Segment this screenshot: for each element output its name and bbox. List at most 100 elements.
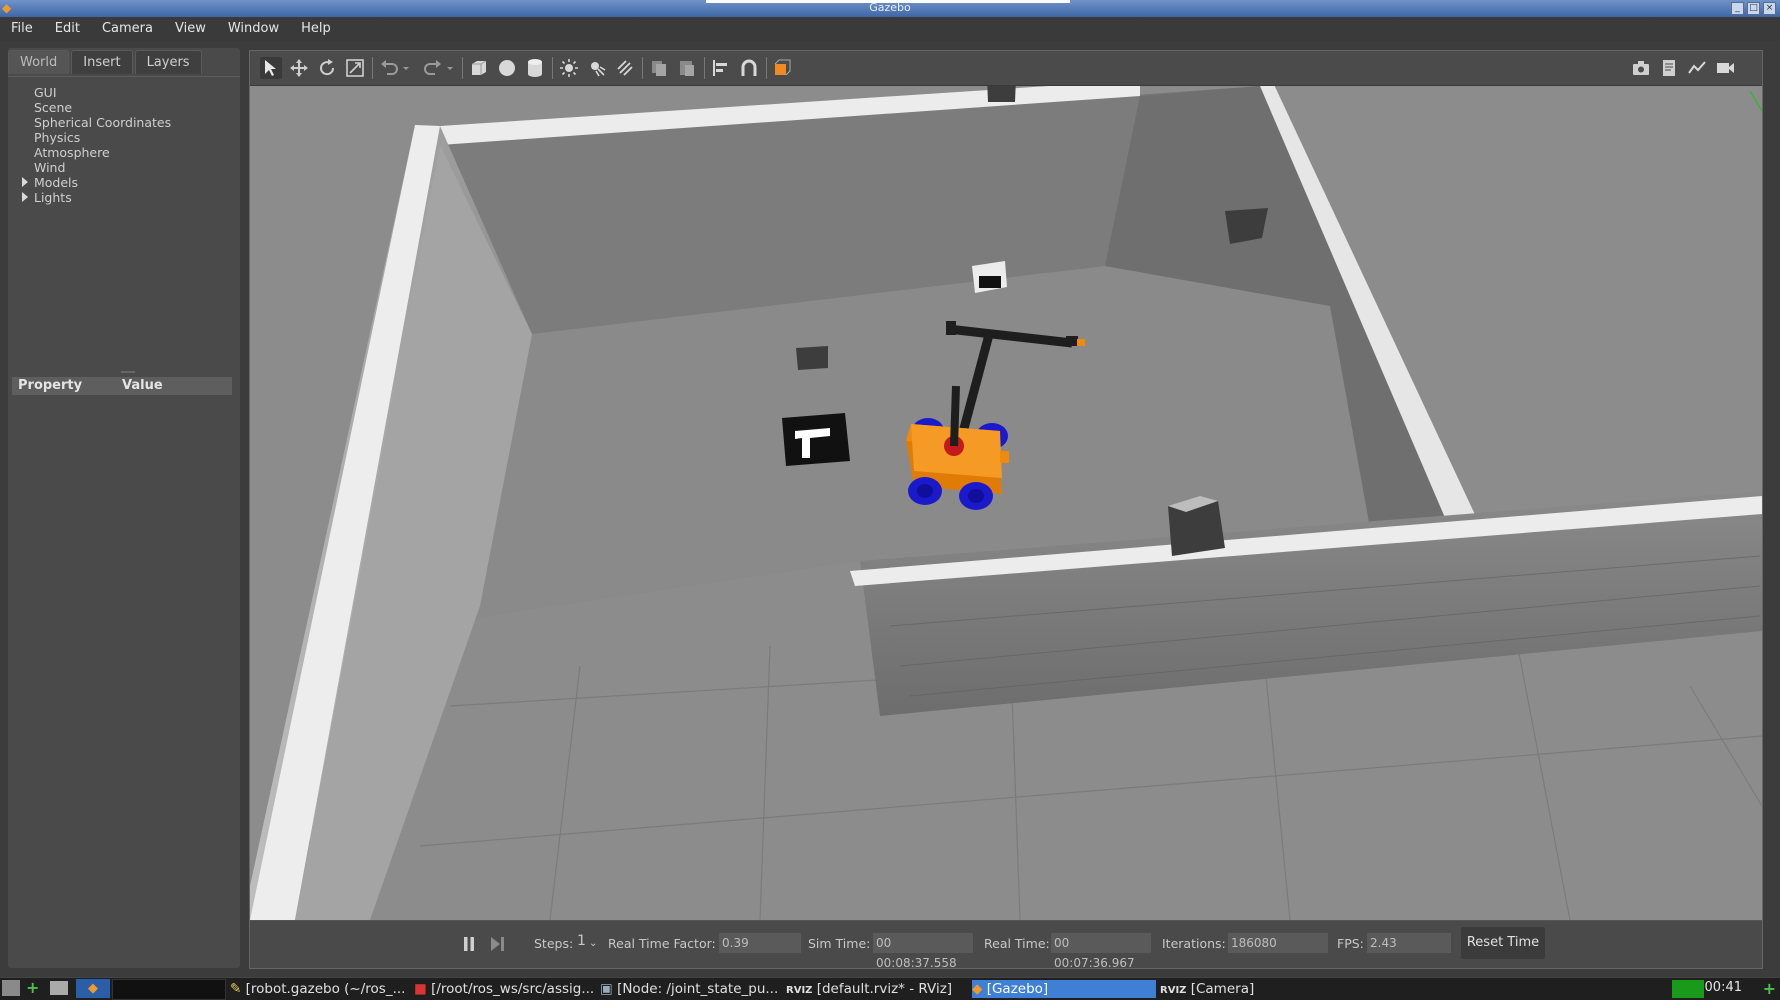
tab-world[interactable]: World bbox=[8, 50, 70, 74]
title-bar: ◆ Gazebo _ □ × bbox=[0, 0, 1780, 17]
window-icon: ▣ bbox=[600, 981, 613, 997]
task-node[interactable]: ▣ [Node: /joint_state_pu... bbox=[600, 980, 778, 998]
tree-item-models[interactable]: Models bbox=[22, 175, 79, 190]
robot-front-sensor bbox=[1000, 451, 1009, 463]
steps-spinner[interactable]: 1 bbox=[577, 933, 586, 949]
task-terminal[interactable]: ■ [/root/ros_ws/src/assig... bbox=[414, 980, 594, 998]
clock: 00:41 bbox=[1704, 980, 1742, 995]
view-angle-icon[interactable] bbox=[772, 57, 794, 79]
sphere-icon[interactable] bbox=[496, 57, 518, 79]
toolbar-separator bbox=[372, 57, 373, 79]
menu-bar: File Edit Camera View Window Help bbox=[0, 17, 1780, 41]
expand-arrow-icon[interactable] bbox=[22, 177, 28, 187]
undo-dropdown-icon[interactable] bbox=[400, 57, 412, 79]
tree-item-spherical-coordinates[interactable]: Spherical Coordinates bbox=[34, 115, 171, 130]
directional-light-icon[interactable] bbox=[614, 57, 636, 79]
undo-icon[interactable] bbox=[378, 57, 400, 79]
real-time-value: 00 00:07:36.967 bbox=[1051, 933, 1151, 970]
spot-light-icon[interactable] bbox=[586, 57, 608, 79]
world-tree: GUI Scene Spherical Coordinates Physics … bbox=[8, 76, 240, 367]
left-panel: World Insert Layers GUI Scene Spherical … bbox=[8, 48, 240, 968]
maximize-button[interactable]: □ bbox=[1747, 2, 1760, 15]
screenshot-icon[interactable] bbox=[1630, 57, 1652, 79]
corner-post bbox=[1168, 501, 1225, 556]
fps-label: FPS: bbox=[1337, 936, 1364, 951]
tray-add-icon[interactable]: + bbox=[1763, 979, 1776, 998]
scene-render[interactable] bbox=[250, 86, 1762, 920]
toolbar-separator bbox=[462, 57, 463, 79]
reset-time-button[interactable]: Reset Time bbox=[1461, 927, 1545, 959]
snap-icon[interactable] bbox=[738, 57, 760, 79]
menu-view[interactable]: View bbox=[164, 17, 217, 41]
expand-arrow-icon[interactable] bbox=[22, 192, 28, 202]
tree-item-gui[interactable]: GUI bbox=[34, 85, 57, 100]
workspace-switcher[interactable] bbox=[112, 979, 226, 1000]
menu-file[interactable]: File bbox=[0, 17, 44, 41]
log-icon[interactable] bbox=[1658, 57, 1680, 79]
tree-item-scene[interactable]: Scene bbox=[34, 100, 72, 115]
video-record-icon[interactable] bbox=[1714, 57, 1736, 79]
point-light-icon[interactable] bbox=[558, 57, 580, 79]
paste-icon[interactable] bbox=[676, 57, 698, 79]
3d-scene[interactable] bbox=[250, 86, 1762, 920]
select-icon[interactable] bbox=[260, 57, 282, 79]
menu-help[interactable]: Help bbox=[290, 17, 342, 41]
robot-arm-mast bbox=[950, 385, 960, 447]
tree-item-wind[interactable]: Wind bbox=[34, 160, 65, 175]
align-icon[interactable] bbox=[710, 57, 732, 79]
menu-window[interactable]: Window bbox=[217, 17, 290, 41]
tree-item-label: Lights bbox=[34, 190, 72, 205]
render-viewport: Steps: 1 ⌄ Real Time Factor: 0.39 Sim Ti… bbox=[249, 50, 1763, 970]
property-table-header: Property Value bbox=[12, 377, 232, 395]
translate-icon[interactable] bbox=[288, 57, 310, 79]
tree-item-lights[interactable]: Lights bbox=[22, 190, 72, 205]
add-icon[interactable]: + bbox=[26, 980, 42, 996]
task-label: [Node: /joint_state_pu... bbox=[617, 981, 779, 997]
iterations-label: Iterations: bbox=[1162, 936, 1226, 951]
tree-item-atmosphere[interactable]: Atmosphere bbox=[34, 145, 110, 160]
close-button[interactable]: × bbox=[1763, 2, 1776, 15]
cylinder-icon[interactable] bbox=[524, 57, 546, 79]
tab-insert[interactable]: Insert bbox=[71, 50, 133, 74]
toolbar-separator bbox=[704, 57, 705, 79]
robot-end-effector bbox=[1077, 339, 1085, 346]
robot-arm-joint bbox=[946, 321, 956, 335]
task-camera[interactable]: RVIZ [Camera] bbox=[1160, 980, 1254, 998]
redo-icon[interactable] bbox=[422, 57, 444, 79]
rviz-icon: RVIZ bbox=[1160, 985, 1187, 996]
tree-item-physics[interactable]: Physics bbox=[34, 130, 80, 145]
panel-splitter-handle[interactable] bbox=[121, 371, 135, 373]
real-time-label: Real Time: bbox=[984, 936, 1050, 951]
menu-edit[interactable]: Edit bbox=[44, 17, 91, 41]
minimize-button[interactable]: _ bbox=[1731, 2, 1744, 15]
task-label: [default.rviz* - RViz] bbox=[816, 981, 953, 997]
gazebo-launcher-icon[interactable]: ◆ bbox=[76, 979, 110, 998]
window-list-icon[interactable] bbox=[50, 981, 68, 995]
gazebo-icon: ◆ bbox=[972, 981, 983, 997]
value-column-header: Value bbox=[122, 378, 163, 393]
plot-icon[interactable] bbox=[1686, 57, 1708, 79]
box-icon[interactable] bbox=[468, 57, 490, 79]
rotate-icon[interactable] bbox=[316, 57, 338, 79]
window-controls: _ □ × bbox=[1731, 2, 1776, 15]
task-robot-gazebo[interactable]: ✎ [robot.gazebo (~/ros_... bbox=[230, 980, 405, 998]
scale-icon[interactable] bbox=[344, 57, 366, 79]
pause-icon[interactable] bbox=[458, 933, 480, 955]
step-forward-icon[interactable] bbox=[486, 933, 508, 955]
robot-wheel-hub bbox=[968, 489, 984, 503]
toolbar-separator bbox=[642, 57, 643, 79]
aruco-marker-pattern bbox=[979, 276, 1001, 288]
task-label: [robot.gazebo (~/ros_... bbox=[245, 981, 406, 997]
task-rviz[interactable]: RVIZ [default.rviz* - RViz] bbox=[786, 980, 952, 998]
tab-layers[interactable]: Layers bbox=[134, 50, 202, 74]
show-desktop-icon[interactable] bbox=[2, 980, 20, 996]
robot-arm-joint bbox=[1066, 336, 1078, 346]
menu-camera[interactable]: Camera bbox=[91, 17, 164, 41]
task-gazebo[interactable]: ◆ [Gazebo] bbox=[972, 980, 1156, 998]
left-panel-tabs: World Insert Layers bbox=[8, 50, 202, 74]
marker-block bbox=[796, 346, 828, 370]
steps-dropdown-icon[interactable]: ⌄ bbox=[589, 938, 597, 949]
tree-item-label: Models bbox=[34, 175, 79, 190]
redo-dropdown-icon[interactable] bbox=[444, 57, 456, 79]
copy-icon[interactable] bbox=[648, 57, 670, 79]
